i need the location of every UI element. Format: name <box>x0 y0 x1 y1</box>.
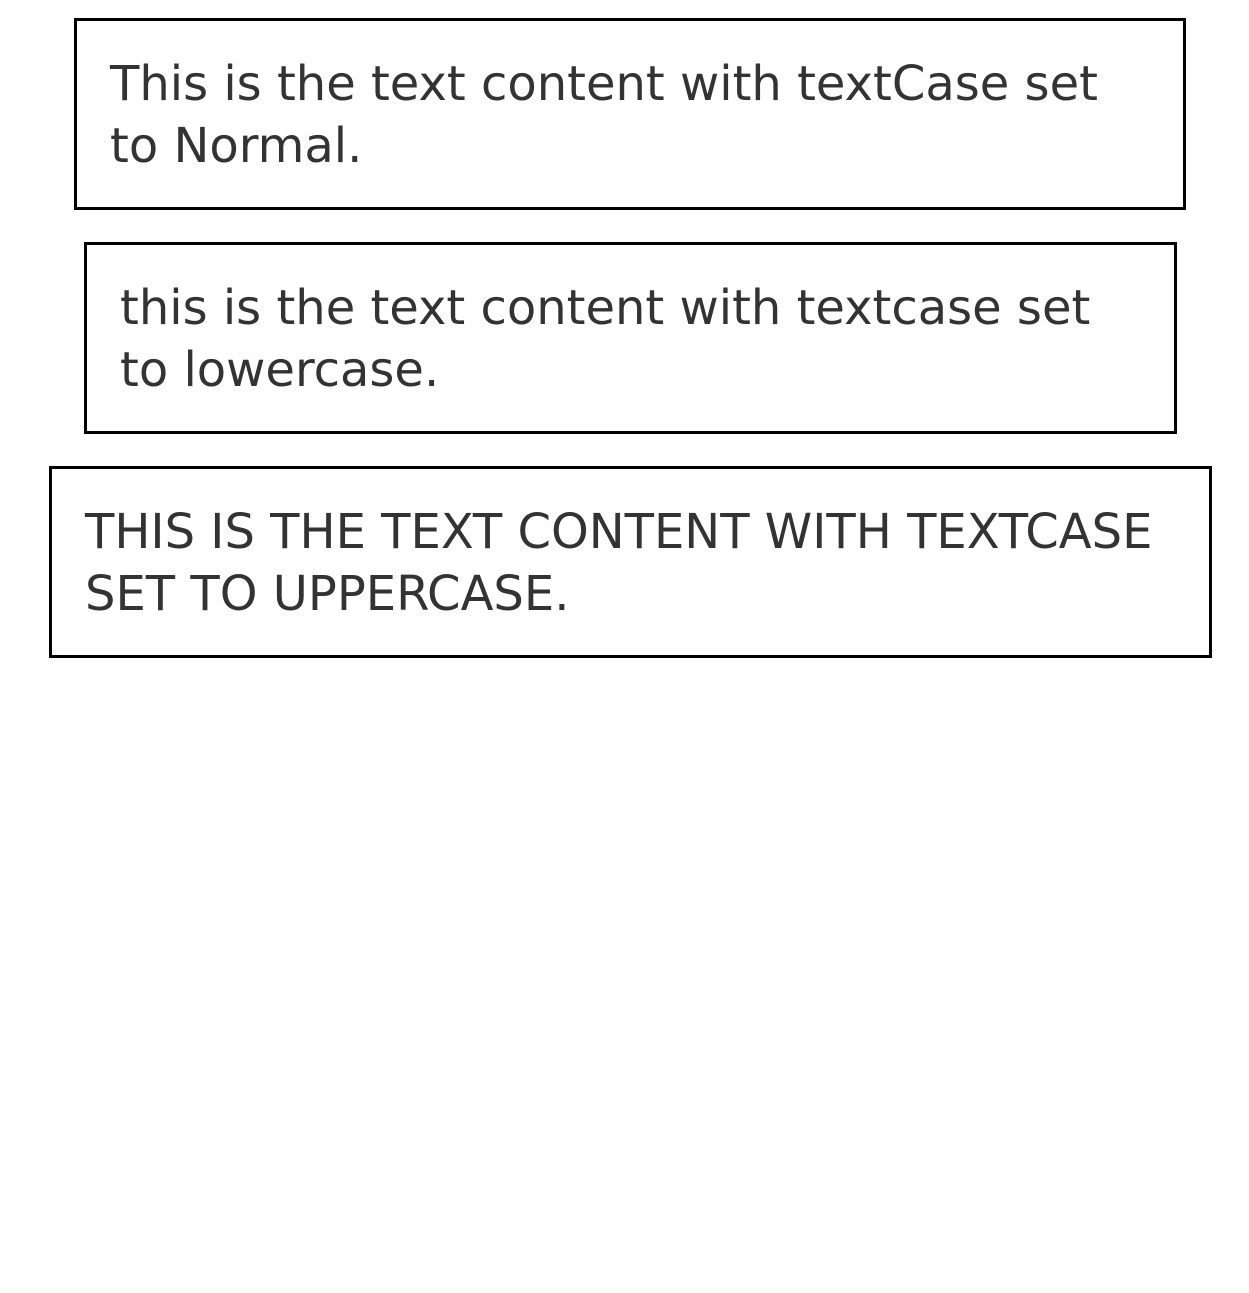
text-box-lowercase: this is the text content with textcase s… <box>84 242 1177 434</box>
page-canvas: This is the text content with textCase s… <box>0 0 1249 1293</box>
text-uppercase: THIS IS THE TEXT CONTENT WITH TEXTCASE S… <box>85 504 1153 622</box>
text-box-normal-case: This is the text content with textCase s… <box>74 18 1186 210</box>
text-lowercase: this is the text content with textcase s… <box>120 280 1091 398</box>
text-normal-case: This is the text content with textCase s… <box>110 56 1098 174</box>
text-box-uppercase: THIS IS THE TEXT CONTENT WITH TEXTCASE S… <box>49 466 1212 658</box>
